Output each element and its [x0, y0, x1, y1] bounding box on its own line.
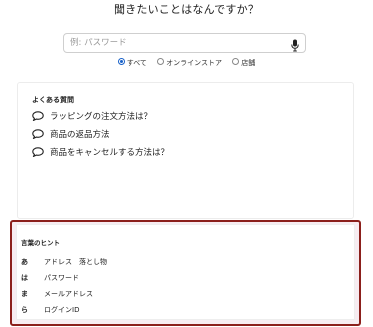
- radio-icon[interactable]: [157, 58, 165, 65]
- hint-kana: あ: [21, 258, 28, 266]
- hint-row: ま メールアドレス: [21, 289, 93, 299]
- hint-kana: ま: [21, 290, 28, 298]
- speech-bubble-icon: [32, 111, 44, 121]
- faq-item[interactable]: 商品の返品方法: [32, 128, 110, 140]
- faq-title: よくある質問: [32, 96, 74, 104]
- hint-words[interactable]: パスワード: [44, 273, 79, 283]
- microphone-icon[interactable]: [291, 37, 299, 52]
- faq-item[interactable]: ラッピングの注文方法は？: [32, 110, 152, 122]
- speech-bubble-icon: [32, 129, 44, 139]
- scope-filter-group: すべて オンラインストア 店舗: [0, 58, 373, 68]
- hint-words[interactable]: アドレス 落とし物: [44, 257, 107, 267]
- filter-online-store-label: オンラインストア: [166, 59, 223, 67]
- filter-store-label: 店舗: [241, 59, 256, 67]
- hint-words[interactable]: ログインID: [44, 305, 79, 315]
- faq-card: よくある質問 ラッピングの注文方法は？ 商品の返品方法 商品をキャンセルする方法…: [17, 82, 354, 219]
- faq-item-label: ラッピングの注文方法は？: [50, 112, 153, 122]
- hint-row: は パスワード: [21, 273, 79, 283]
- hint-kana: ら: [21, 306, 28, 314]
- hint-words[interactable]: メールアドレス: [44, 289, 93, 299]
- radio-selected-icon[interactable]: [117, 58, 125, 65]
- word-hints-card: 言葉のヒント あ アドレス 落とし物 は パスワード ま メールアドレス ら ログインI…: [10, 220, 361, 326]
- speech-bubble-icon: [32, 147, 44, 157]
- filter-all-label: すべて: [126, 59, 147, 67]
- radio-icon[interactable]: [232, 58, 240, 65]
- faq-item-label: 商品をキャンセルする方法は？: [50, 148, 170, 158]
- faq-item-label: 商品の返品方法: [50, 130, 110, 140]
- filter-online-store[interactable]: オンラインストア: [157, 58, 222, 68]
- filter-store[interactable]: 店舗: [232, 58, 255, 68]
- search-box[interactable]: [63, 33, 306, 53]
- filter-all[interactable]: すべて: [117, 58, 147, 68]
- page-heading: 聞きたいことはなんですか？: [113, 3, 260, 16]
- hint-kana: は: [21, 274, 28, 282]
- faq-item[interactable]: 商品をキャンセルする方法は？: [32, 146, 169, 158]
- hint-row: ら ログインID: [21, 305, 79, 315]
- word-hints-panel: 言葉のヒント あ アドレス 落とし物 は パスワード ま メールアドレス ら ログインI…: [16, 224, 355, 320]
- hint-row: あ アドレス 落とし物: [21, 257, 107, 267]
- word-hints-title: 言葉のヒント: [21, 239, 60, 247]
- search-input[interactable]: [70, 36, 280, 50]
- page: 聞きたいことはなんですか？ すべて オンラインストア 店舗 よくある質問: [0, 0, 373, 327]
